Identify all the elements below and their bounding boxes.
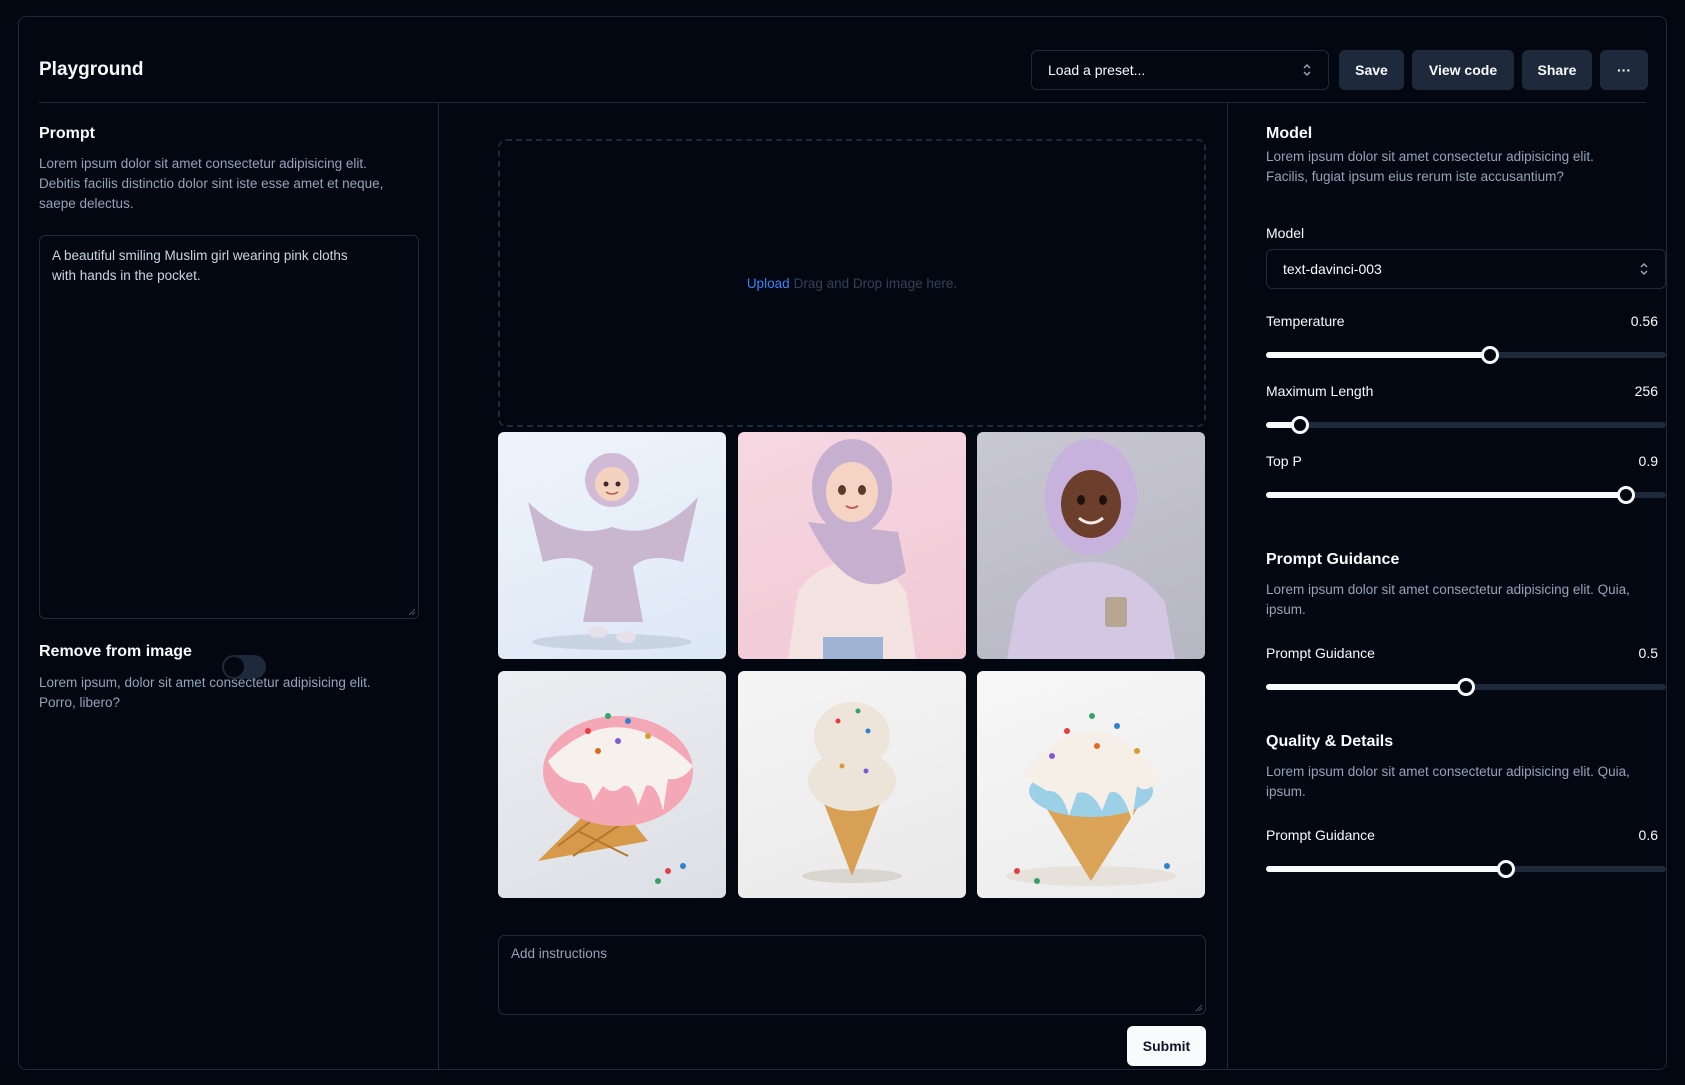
quality-details-description: Lorem ipsum dolor sit amet consectetur a… [1266,764,1630,799]
model-select[interactable]: text-davinci-003 [1266,249,1666,289]
prompt-guidance-title: Prompt Guidance [1266,551,1400,568]
top-p-value: 0.9 [1638,453,1658,469]
save-button[interactable]: Save [1339,50,1404,90]
preset-placeholder: Load a preset... [1048,62,1146,78]
preset-select[interactable]: Load a preset... [1031,50,1329,90]
right-divider [1227,103,1228,1069]
slider-thumb[interactable] [1481,346,1499,364]
resize-handle-icon[interactable] [406,606,416,616]
more-options-button[interactable]: ··· [1600,50,1648,90]
temperature-value: 0.56 [1630,313,1658,329]
girl-image-icon [788,439,916,659]
model-label: Model [1266,225,1305,241]
generated-image-5[interactable] [738,671,966,898]
prompt-guidance-value: 0.5 [1638,645,1658,661]
model-section-title: Model [1266,125,1313,142]
prompt-guidance-slider[interactable] [1266,677,1666,697]
header-divider [39,102,1646,103]
upload-link[interactable]: Upload [747,276,790,291]
prompt-description: Lorem ipsum dolor sit amet consectetur a… [39,156,384,211]
remove-from-image-title: Remove from image [39,643,192,660]
max-length-label: Maximum Length [1266,383,1374,399]
more-icon: ··· [1617,62,1631,78]
slider-fill [1266,352,1490,358]
slider-fill [1266,684,1466,690]
temperature-slider[interactable] [1266,345,1666,365]
slider-thumb[interactable] [1497,860,1515,878]
generated-image-2[interactable] [738,432,966,659]
generated-image-3[interactable] [977,432,1205,659]
slider-fill [1266,492,1626,498]
slider-track [1266,422,1666,428]
prompt-guidance-label: Prompt Guidance [1266,645,1375,661]
prompt-guidance-description: Lorem ipsum dolor sit amet consectetur a… [1266,582,1630,617]
header: Playground Load a preset... Save View co… [19,17,1666,103]
resize-handle-icon[interactable] [1193,1002,1203,1012]
model-select-value: text-davinci-003 [1283,261,1382,277]
girl-image-icon [528,453,698,650]
left-divider [438,103,439,1069]
generated-image-4[interactable] [498,671,726,898]
remove-from-image-description: Lorem ipsum, dolor sit amet consectetur … [39,675,371,710]
instructions-textarea[interactable]: Add instructions [498,935,1206,1015]
prompt-title: Prompt [39,125,95,142]
submit-button[interactable]: Submit [1127,1026,1206,1066]
generated-image-1[interactable] [498,432,726,659]
slider-thumb[interactable] [1617,486,1635,504]
max-length-value: 256 [1634,383,1658,399]
chevron-up-down-icon [1640,262,1648,276]
temperature-label: Temperature [1266,313,1345,329]
slider-thumb[interactable] [1291,416,1309,434]
quality-guidance-value: 0.6 [1638,827,1658,843]
instructions-placeholder: Add instructions [511,946,608,961]
ice-cream-image-icon [1006,713,1176,886]
slider-thumb[interactable] [1457,678,1475,696]
image-dropzone[interactable]: Upload Drag and Drop image here. [498,139,1206,427]
quality-guidance-slider[interactable] [1266,859,1666,879]
page-title: Playground [39,59,144,80]
max-length-slider[interactable] [1266,415,1666,435]
girl-image-icon [1007,439,1175,659]
prompt-textarea[interactable]: A beautiful smiling Muslim girl wearing … [39,235,419,619]
view-code-button[interactable]: View code [1412,50,1514,90]
playground-window: Playground Load a preset... Save View co… [18,16,1667,1070]
chevron-up-down-icon [1303,63,1311,77]
upload-hint: Drag and Drop image here. [793,275,958,291]
share-button[interactable]: Share [1522,50,1592,90]
generated-image-6[interactable] [977,671,1205,898]
quality-guidance-label: Prompt Guidance [1266,827,1375,843]
ice-cream-image-icon [538,713,693,884]
quality-details-title: Quality & Details [1266,733,1394,750]
model-description: Lorem ipsum dolor sit amet consectetur a… [1266,149,1594,184]
slider-fill [1266,866,1506,872]
top-p-label: Top P [1266,453,1302,469]
ice-cream-image-icon [802,702,902,883]
top-p-slider[interactable] [1266,485,1666,505]
